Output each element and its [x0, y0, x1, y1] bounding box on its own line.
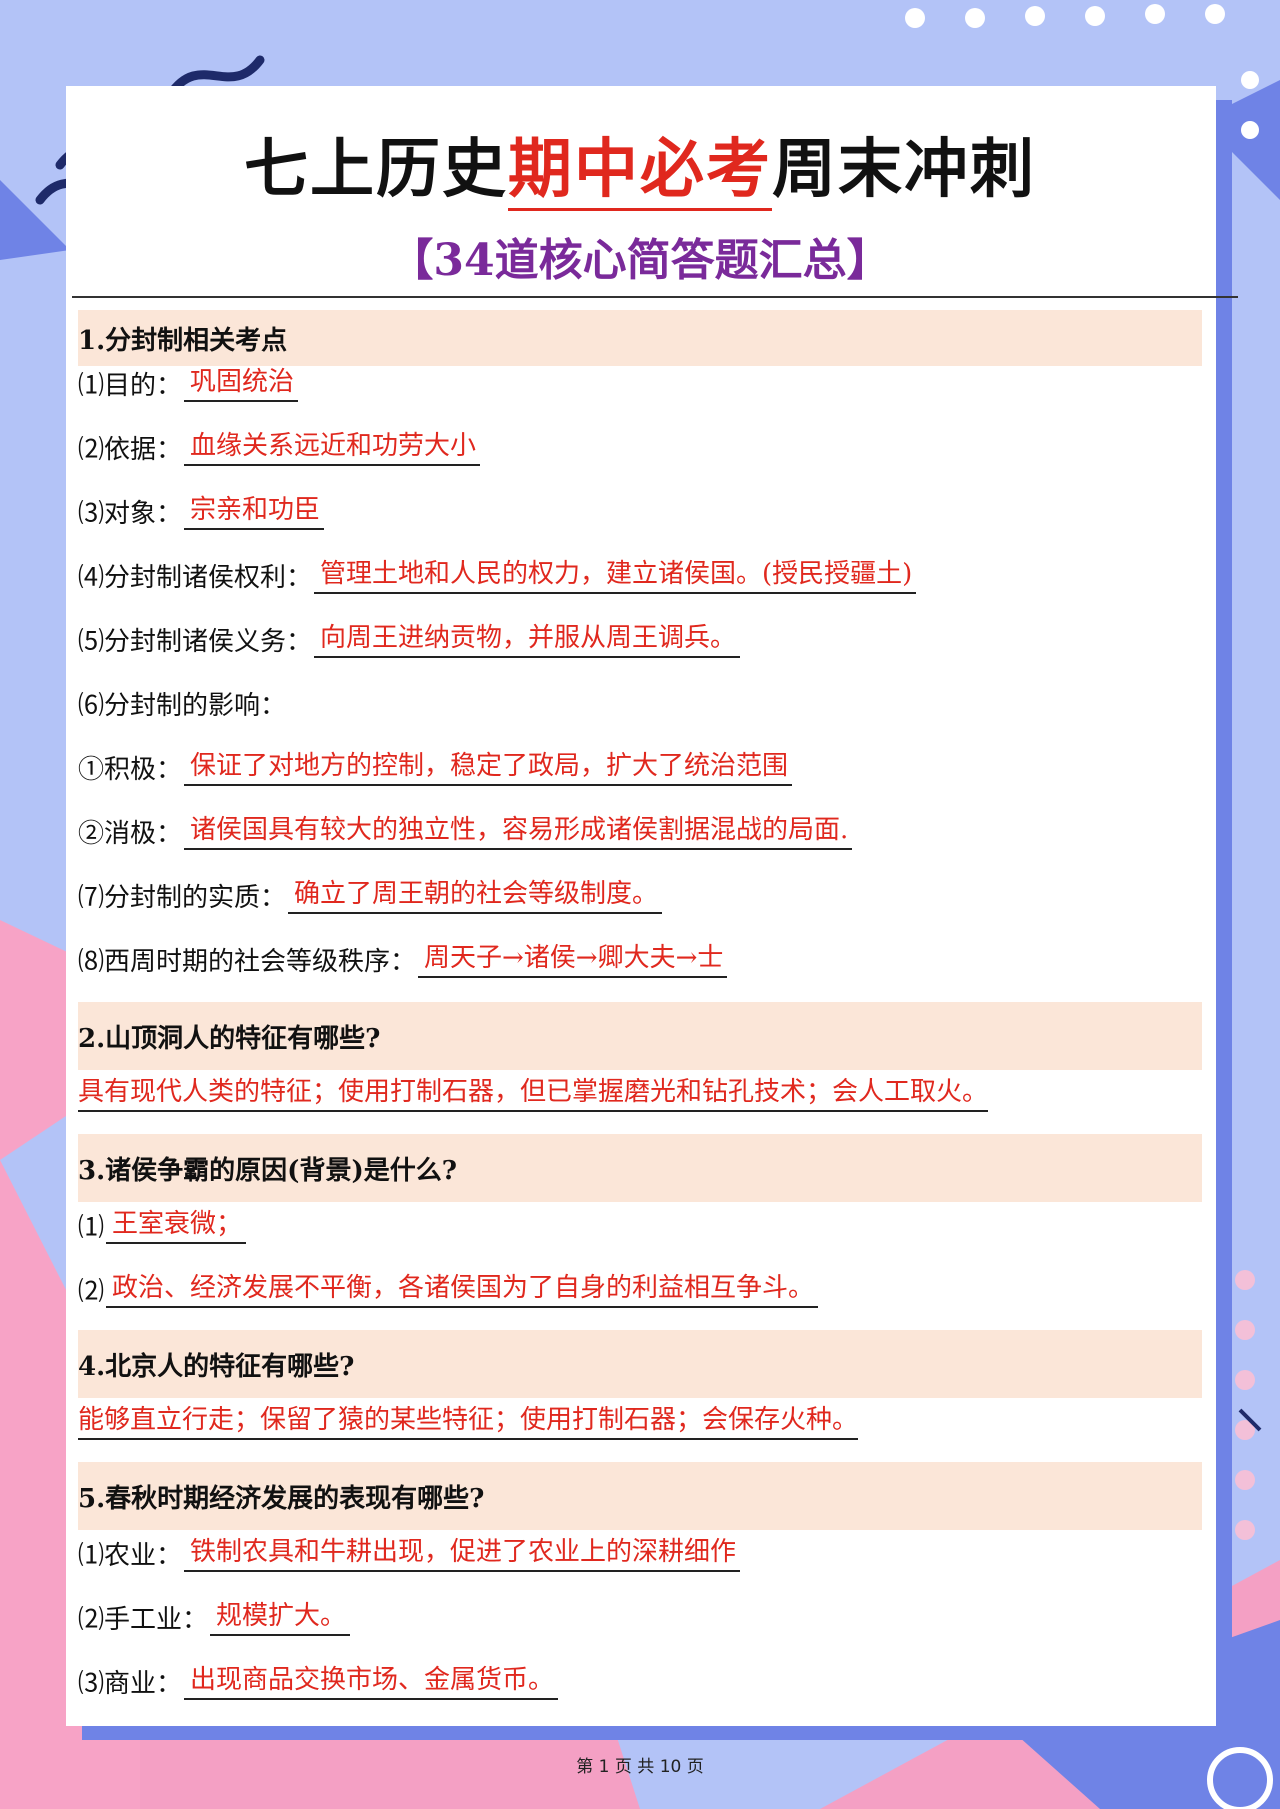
section-heading: 2.山顶洞人的特征有哪些?: [78, 1002, 1202, 1070]
answer-text: 具有现代人类的特征；使用打制石器，但已掌握磨光和钻孔技术；会人工取火。: [78, 1071, 989, 1112]
title-divider: [72, 296, 1238, 298]
list-item: ⑴农业： 铁制农具和牛耕出现，促进了农业上的深耕细作: [78, 1531, 741, 1572]
answer-text: 政治、经济发展不平衡，各诸侯国为了自身的利益相互争斗。: [106, 1267, 819, 1308]
list-item: ⑴ 王室衰微；: [78, 1203, 247, 1244]
title-highlight: 期中必考: [508, 133, 772, 207]
title-part-1: 七上历史: [244, 133, 508, 207]
list-item: ⑻西周时期的社会等级秩序： 周天子→诸侯→卿大夫→士: [78, 937, 728, 978]
list-item: ⑵依据： 血缘关系远近和功劳大小: [78, 425, 481, 466]
list-item: ⑵手工业： 规模扩大。: [78, 1595, 351, 1636]
answer-text: 能够直立行走；保留了猿的某些特征；使用打制石器；会保存火种。: [78, 1399, 859, 1440]
list-item: 具有现代人类的特征；使用打制石器，但已掌握磨光和钻孔技术；会人工取火。: [78, 1071, 989, 1112]
section-heading: 1.分封制相关考点: [78, 310, 1202, 366]
section-heading: 4.北京人的特征有哪些?: [78, 1330, 1202, 1398]
list-item: ⑸分封制诸侯义务： 向周王进纳贡物，并服从周王调兵。: [78, 617, 741, 658]
answer-text: 向周王进纳贡物，并服从周王调兵。: [314, 617, 741, 658]
page-number: 第 1 页 共 10 页: [576, 1757, 704, 1777]
answer-text: 保证了对地方的控制，稳定了政局，扩大了统治范围: [184, 745, 793, 786]
section-heading: 3.诸侯争霸的原因(背景)是什么?: [78, 1134, 1202, 1202]
list-item: ⑵ 政治、经济发展不平衡，各诸侯国为了自身的利益相互争斗。: [78, 1267, 819, 1308]
list-item: ⑴目的： 巩固统治: [78, 361, 299, 402]
list-item: ⑷分封制诸侯权利： 管理土地和人民的权力，建立诸侯国。(授民授疆土): [78, 553, 917, 594]
answer-text: 王室衰微；: [106, 1203, 247, 1244]
list-item: ⑹分封制的影响：: [78, 691, 287, 721]
answer-text: 血缘关系远近和功劳大小: [184, 425, 481, 466]
list-item: ①积极： 保证了对地方的控制，稳定了政局，扩大了统治范围: [78, 745, 793, 786]
page-title: 七上历史期中必考周末冲刺: [0, 118, 1280, 210]
section-heading: 5.春秋时期经济发展的表现有哪些?: [78, 1462, 1202, 1530]
answer-text: 宗亲和功臣: [184, 489, 325, 530]
answer-text: 铁制农具和牛耕出现，促进了农业上的深耕细作: [184, 1531, 741, 1572]
list-item: 能够直立行走；保留了猿的某些特征；使用打制石器；会保存火种。: [78, 1399, 859, 1440]
answer-text: 管理土地和人民的权力，建立诸侯国。(授民授疆土): [314, 553, 917, 594]
answer-text: 出现商品交换市场、金属货币。: [184, 1659, 559, 1700]
answer-text: 规模扩大。: [210, 1595, 351, 1636]
list-item: ⑶对象： 宗亲和功臣: [78, 489, 325, 530]
answer-text: 巩固统治: [184, 361, 299, 402]
answer-text: 确立了周王朝的社会等级制度。: [288, 873, 663, 914]
list-item: ②消极： 诸侯国具有较大的独立性，容易形成诸侯割据混战的局面.: [78, 809, 853, 850]
page-subtitle: 【34道核心简答题汇总】: [389, 235, 891, 286]
list-item: ⑺分封制的实质： 确立了周王朝的社会等级制度。: [78, 873, 663, 914]
answer-text: 周天子→诸侯→卿大夫→士: [418, 937, 728, 978]
answer-text: 诸侯国具有较大的独立性，容易形成诸侯割据混战的局面.: [184, 809, 853, 850]
title-part-3: 周末冲刺: [772, 133, 1036, 207]
list-item: ⑶商业： 出现商品交换市场、金属货币。: [78, 1659, 559, 1700]
